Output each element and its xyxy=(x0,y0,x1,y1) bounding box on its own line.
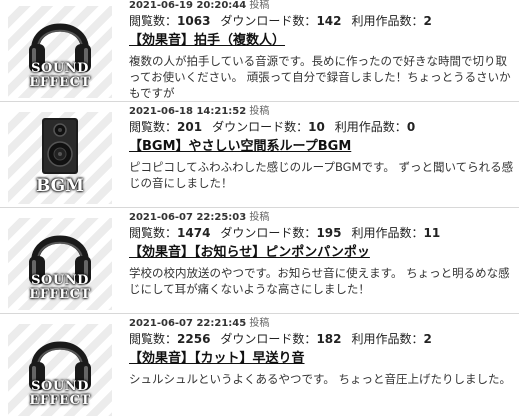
post-date: 2021-06-19 20:20:44 投稿 xyxy=(129,0,270,11)
stats-row: 閲覧数：201 ダウンロード数：10 利用作品数：0 xyxy=(129,120,416,134)
usage-count: 2 xyxy=(423,332,432,346)
post-date: 2021-06-18 14:21:52 投稿 xyxy=(129,106,270,117)
view-count: 1063 xyxy=(177,14,211,28)
thumbnail-caption: BGM xyxy=(35,176,85,196)
post-date: 2021-06-07 22:21:45 投稿 xyxy=(129,318,270,329)
list-item: SOUND EFFECT 2021-06-19 20:20:44 投稿 閲覧数：… xyxy=(0,0,519,102)
thumbnail-sound-effect[interactable]: SOUND EFFECT xyxy=(8,6,112,98)
divider xyxy=(0,101,519,102)
view-count: 1474 xyxy=(177,226,211,240)
usage-count: 2 xyxy=(423,14,432,28)
list-item: BGM 2021-06-18 14:21:52 投稿 閲覧数：201 ダウンロード… xyxy=(0,106,519,208)
download-count: 195 xyxy=(316,226,342,240)
item-title-link[interactable]: 【効果音】【お知らせ】ピンポンパンポッ xyxy=(129,244,370,261)
usage-count: 0 xyxy=(406,120,416,134)
view-count: 2256 xyxy=(177,332,211,346)
item-title-link[interactable]: 【効果音】拍手（複数人） xyxy=(129,32,285,49)
stats-row: 閲覧数：1474 ダウンロード数：195 利用作品数：11 xyxy=(129,226,441,240)
usage-count: 11 xyxy=(423,226,441,240)
thumbnail-caption: SOUND EFFECT xyxy=(29,61,91,90)
item-description: ピコピコしてふわふわした感じのループBGMです。 ずっと聞いてられる感じの音にし… xyxy=(129,160,514,190)
item-description: シュルシュルというよくあるやつです。 ちょっと音圧上げたりしました。 xyxy=(129,372,512,386)
download-count: 182 xyxy=(316,332,342,346)
download-count: 10 xyxy=(308,120,325,134)
item-description: 複数の人が拍手している音源です。長めに作ったので好きな時間で切り取ってお使いくだ… xyxy=(129,54,511,100)
post-date: 2021-06-07 22:25:03 投稿 xyxy=(129,212,270,223)
item-description: 学校の校内放送のやつです。お知らせ音に使えます。 ちょっと明るめな感じにして耳が… xyxy=(129,266,510,296)
thumbnail-caption: SOUND EFFECT xyxy=(29,379,91,408)
stats-row: 閲覧数：2256 ダウンロード数：182 利用作品数：2 xyxy=(129,332,432,346)
stats-row: 閲覧数：1063 ダウンロード数：142 利用作品数：2 xyxy=(129,14,432,28)
list-item: SOUND EFFECT 2021-06-07 22:25:03 投稿 閲覧数：… xyxy=(0,212,519,314)
divider xyxy=(0,313,519,314)
view-count: 201 xyxy=(177,120,203,134)
divider xyxy=(0,207,519,208)
download-count: 142 xyxy=(316,14,342,28)
thumbnail-sound-effect[interactable]: SOUND EFFECT xyxy=(8,218,112,310)
thumbnail-bgm[interactable]: BGM xyxy=(8,112,112,204)
item-title-link[interactable]: 【効果音】【カット】早送り音 xyxy=(129,350,305,367)
thumbnail-sound-effect[interactable]: SOUND EFFECT xyxy=(8,324,112,416)
item-title-link[interactable]: 【BGM】やさしい空間系ループBGM xyxy=(129,138,351,155)
thumbnail-caption: SOUND EFFECT xyxy=(29,273,91,302)
list-item: SOUND EFFECT 2021-06-07 22:21:45 投稿 閲覧数：… xyxy=(0,318,519,420)
